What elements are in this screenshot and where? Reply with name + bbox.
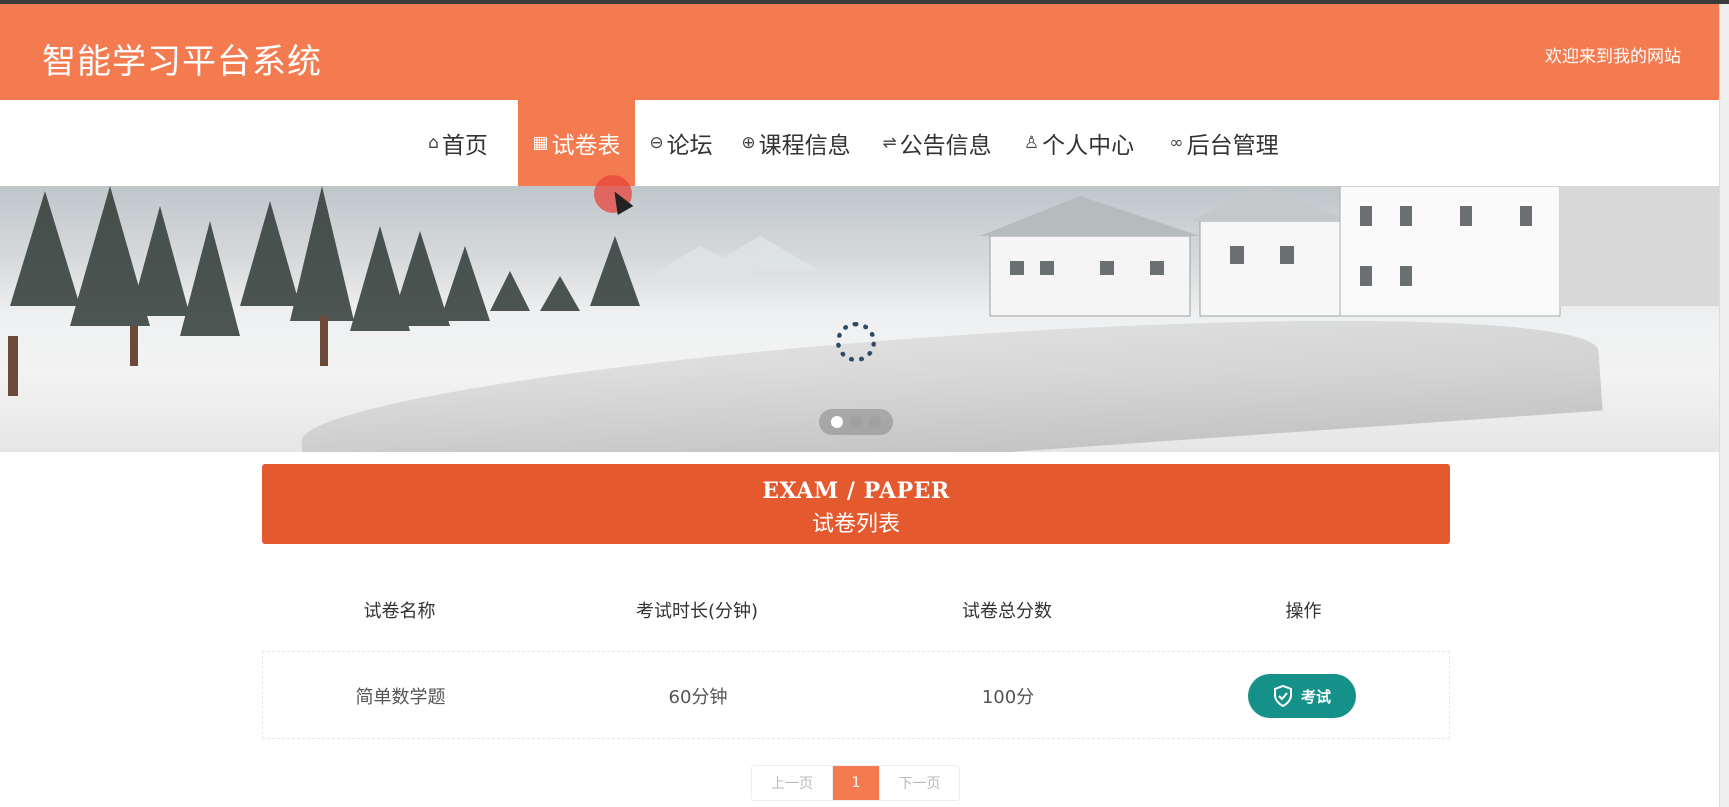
next-page-button[interactable]: 下一页 [879,766,959,800]
welcome-text: 欢迎来到我的网站 [1545,47,1681,67]
shield-check-icon [1273,685,1292,707]
nav-item-label: 课程信息 [758,133,851,159]
nav-item-label: 个人中心 [1042,133,1135,159]
table-row: 简单数学题 60分钟 100分 考试 [262,651,1450,739]
total-score-cell: 100分 [981,687,1035,708]
prev-page-button[interactable]: 上一页 [752,766,833,800]
home-icon: ⌂ [428,133,439,153]
sliders-icon: ⇌ [882,133,897,153]
pagination: 上一页 1 下一页 [751,765,960,801]
nav-item-label: 试卷表 [551,133,621,159]
carousel-dot[interactable] [831,416,843,428]
site-header: 智能学习平台系统 欢迎来到我的网站 [0,4,1719,100]
main-nav: ⌂ 首页 ▦ 试卷表 ⊖ 论坛 ⊕ 课程信息 ⇌ 公告信息 ♙ 个人中心 ∞ 后… [0,100,1719,186]
site-title: 智能学习平台系统 [42,42,322,82]
globe-icon: ⊕ [741,133,756,153]
section-title-en: EXAM / PAPER [762,478,950,504]
vertical-scrollbar[interactable] [1719,4,1729,807]
carousel-dot[interactable] [850,416,862,428]
nav-item-forum[interactable]: ⊖ 论坛 [643,100,719,186]
column-header: 试卷总分数 [962,601,1052,622]
nav-item-label: 后台管理 [1186,133,1279,159]
carousel-dots [819,409,893,435]
link-icon: ∞ [1169,133,1184,153]
nav-item-courses[interactable]: ⊕ 课程信息 [734,100,858,186]
table-header: 试卷名称 考试时长(分钟) 试卷总分数 操作 [262,590,1450,630]
nav-item-profile[interactable]: ♙ 个人中心 [1018,100,1140,186]
forum-icon: ⊖ [649,133,664,153]
nav-item-admin[interactable]: ∞ 后台管理 [1162,100,1286,186]
column-header: 试卷名称 [363,601,436,622]
column-header: 操作 [1285,601,1322,622]
nav-item-notices[interactable]: ⇌ 公告信息 [876,100,998,186]
current-page-button[interactable]: 1 [833,766,879,800]
paper-icon: ▦ [532,133,549,153]
exam-button-label: 考试 [1300,687,1331,706]
duration-cell: 60分钟 [668,687,728,708]
nav-item-papers[interactable]: ▦ 试卷表 [518,100,635,186]
loading-spinner-icon [836,322,876,362]
carousel-dot[interactable] [869,416,881,428]
exam-button[interactable]: 考试 [1248,674,1356,718]
section-title-bar: EXAM / PAPER 试卷列表 [262,464,1450,544]
nav-item-label: 论坛 [666,133,713,159]
banner-carousel[interactable] [0,186,1719,452]
nav-item-label: 首页 [441,133,488,159]
column-header: 考试时长(分钟) [635,601,759,622]
page: 智能学习平台系统 欢迎来到我的网站 ⌂ 首页 ▦ 试卷表 ⊖ 论坛 ⊕ 课程信息… [0,0,1729,807]
nav-item-label: 公告信息 [899,133,992,159]
section-title-cn: 试卷列表 [811,512,900,537]
paper-name-cell: 简单数学题 [355,687,446,708]
user-icon: ♙ [1023,133,1040,153]
nav-item-home[interactable]: ⌂ 首页 [413,100,503,186]
